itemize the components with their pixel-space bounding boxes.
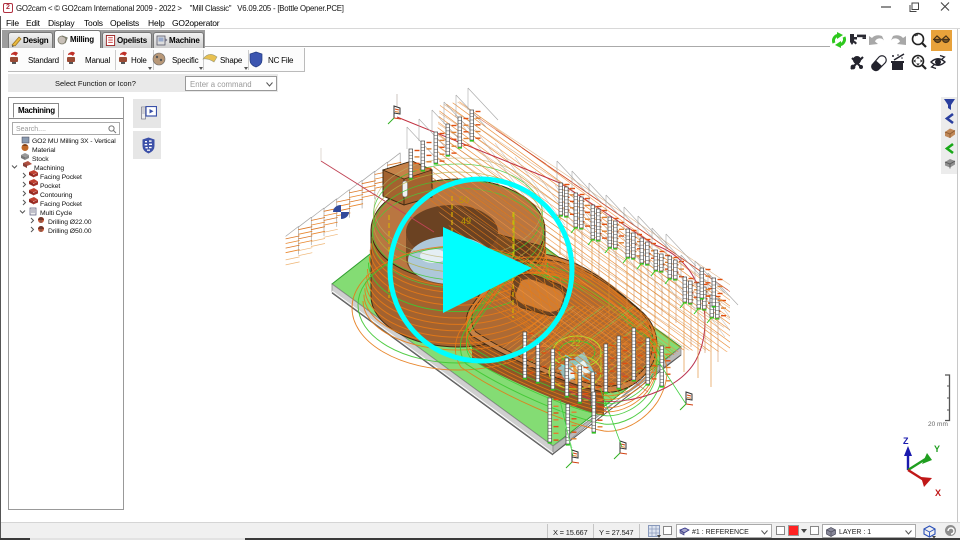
svg-text:Y: Y — [934, 444, 940, 454]
svg-text:Multi Cycle: Multi Cycle — [40, 210, 72, 217]
svg-text:GO2 MU Milling 3X - Vertical: GO2 MU Milling 3X - Vertical — [32, 138, 116, 145]
svg-text:Contouring: Contouring — [40, 192, 73, 199]
svg-text:Material: Material — [32, 147, 56, 154]
svg-text:Drilling Ø22.00: Drilling Ø22.00 — [48, 219, 92, 226]
svg-text:Stock: Stock — [32, 156, 49, 163]
svg-text:Drilling Ø50.00: Drilling Ø50.00 — [48, 228, 92, 235]
svg-text:20 mm: 20 mm — [928, 421, 948, 428]
svg-text:X: X — [935, 488, 941, 498]
svg-text:Z: Z — [903, 436, 909, 446]
svg-text:Facing Pocket: Facing Pocket — [40, 174, 82, 181]
svg-text:Machining: Machining — [34, 165, 64, 172]
svg-text:Facing Pocket: Facing Pocket — [40, 201, 82, 208]
svg-text:Pocket: Pocket — [40, 183, 60, 190]
